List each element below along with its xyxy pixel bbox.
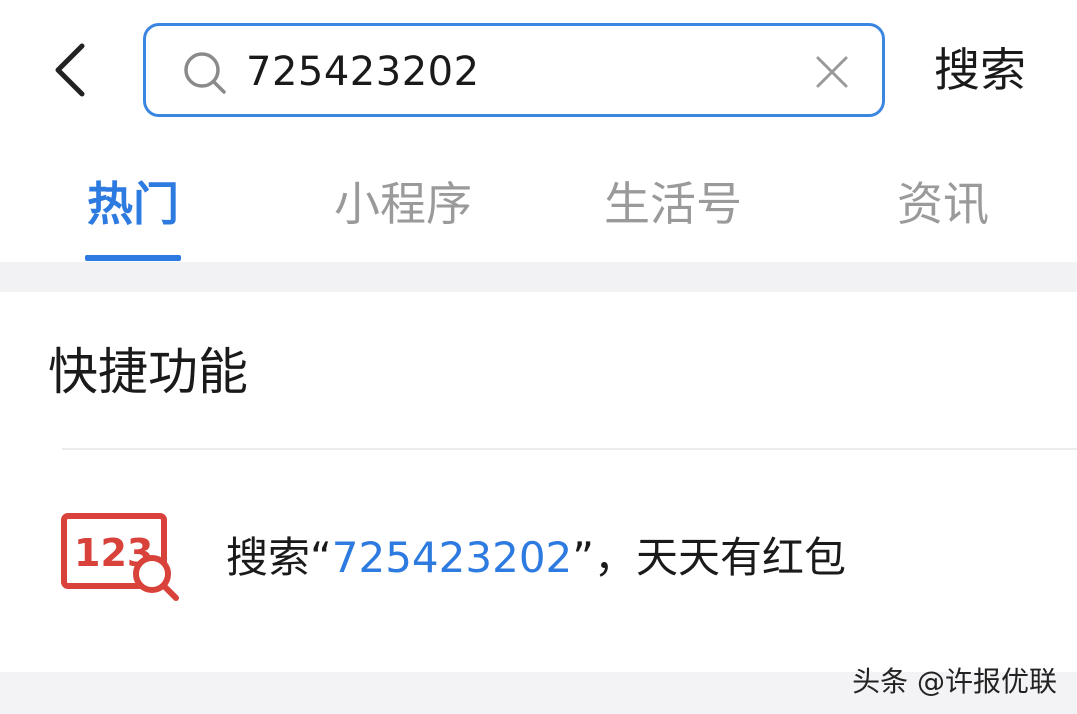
divider [62, 448, 1077, 450]
label-prefix: 搜索“ [226, 533, 332, 582]
search-keyword: 725423202 [331, 533, 573, 582]
tab-news[interactable]: 资讯 [894, 174, 992, 234]
search-box[interactable] [143, 23, 885, 117]
search-page: 搜索 热门 小程序 生活号 资讯 快捷功能 123 搜索“725423202”，… [0, 0, 1077, 714]
watermark: 头条 @许报优联 [852, 665, 1057, 698]
clear-icon[interactable] [814, 54, 850, 90]
back-button[interactable] [40, 36, 100, 104]
tab-hot[interactable]: 热门 [85, 174, 181, 234]
label-suffix: ”，天天有红包 [572, 533, 847, 582]
search-input[interactable] [246, 44, 786, 100]
active-tab-indicator [85, 255, 181, 261]
number-search-icon: 123 [61, 513, 179, 601]
tab-life-accounts[interactable]: 生活号 [600, 174, 746, 234]
tab-bar: 热门 小程序 生活号 资讯 [0, 150, 1077, 261]
tab-mini-programs[interactable]: 小程序 [330, 174, 476, 234]
section-title: 快捷功能 [48, 343, 248, 401]
section-separator [0, 262, 1077, 292]
quick-function-label: 搜索“725423202”，天天有红包 [226, 528, 846, 588]
search-icon [184, 52, 226, 94]
search-button[interactable]: 搜索 [925, 40, 1035, 100]
chevron-left-icon [55, 43, 85, 97]
search-header: 搜索 [0, 0, 1077, 140]
quick-function-item[interactable]: 123 搜索“725423202”，天天有红包 [30, 490, 1077, 640]
